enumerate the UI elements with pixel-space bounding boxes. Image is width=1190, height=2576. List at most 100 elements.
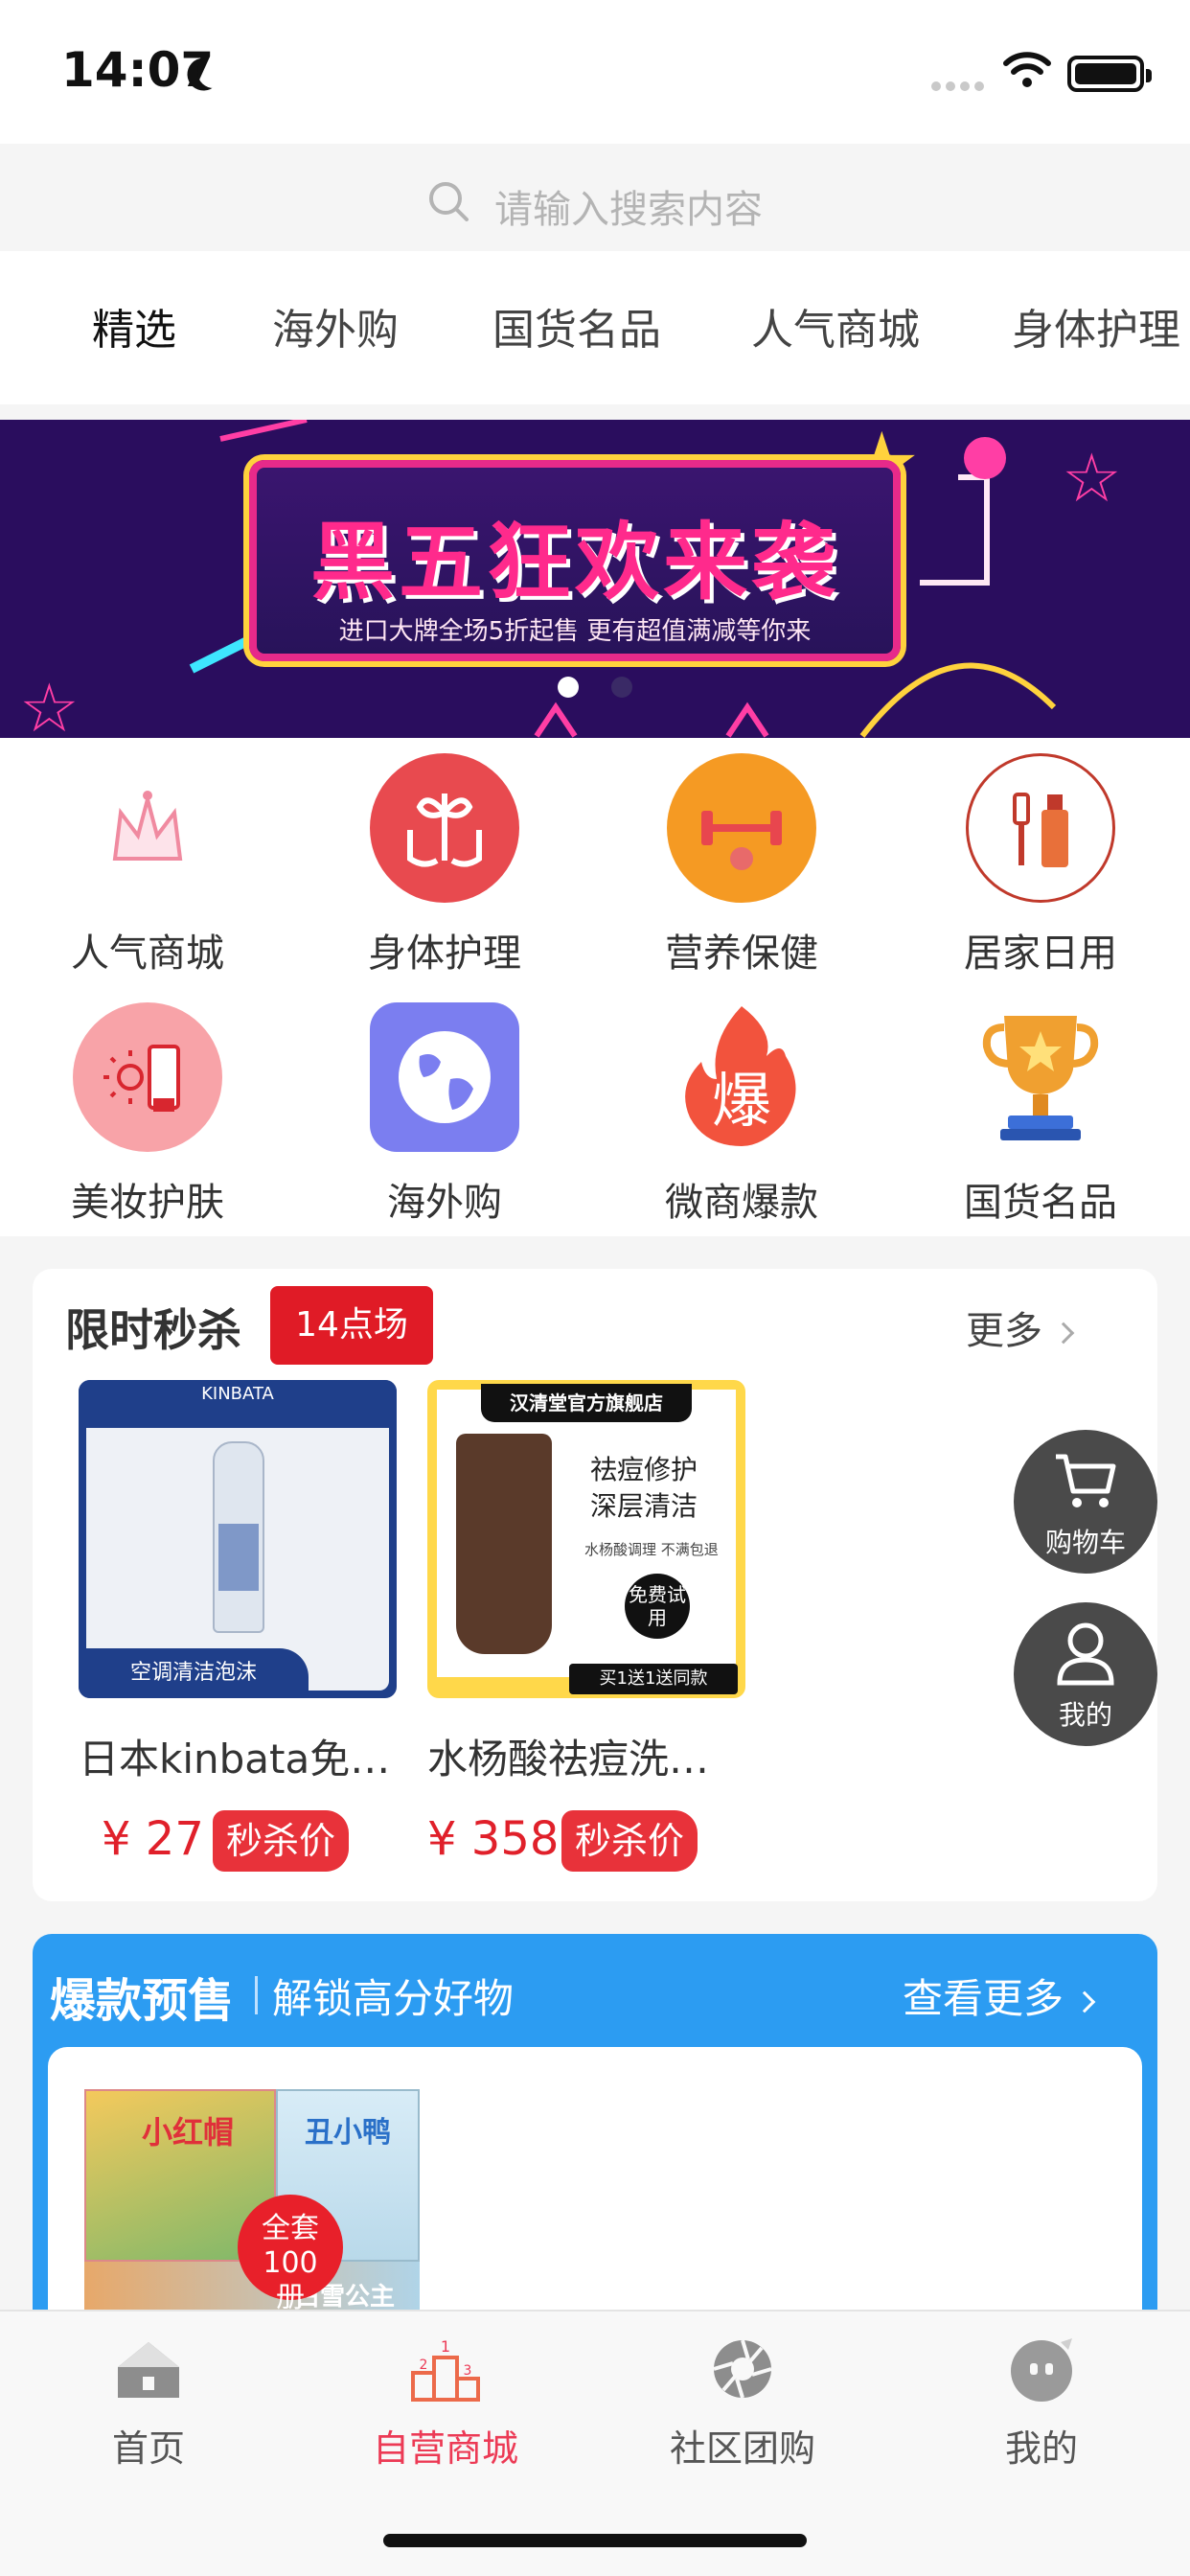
category-label: 海外购 [387,1181,502,1225]
user-icon [1057,1622,1114,1686]
category-beauty[interactable]: 美妆护肤 [33,1002,263,1227]
tab-popular-mall[interactable]: 人气商城 [751,295,920,356]
toothbrush-icon [966,753,1115,903]
category-tabs: 精选 海外购 国货名品 人气商城 身体护理 [0,251,1190,404]
dumbbell-icon [667,753,816,903]
product-image-badge: 免费试用 [625,1574,690,1639]
svg-text:3: 3 [464,2363,472,2379]
fire-icon: 爆 [667,1002,816,1152]
cart-label: 购物车 [1044,1527,1126,1558]
category-body-care[interactable]: 身体护理 [330,753,560,978]
battery-icon [1067,56,1152,92]
profile-label: 我的 [1058,1699,1112,1731]
search-icon [429,182,469,221]
globe-icon [370,1002,519,1152]
chevron-right-icon [1073,1990,1096,2012]
category-label: 微商爆款 [665,1181,818,1225]
chevron-right-icon [1052,1322,1075,1345]
category-label: 居家日用 [964,932,1117,976]
presale-more-link[interactable]: 查看更多 [903,1966,1096,2025]
category-nutrition[interactable]: 营养保健 [627,753,857,978]
divider [255,1976,258,2014]
product-image-caption: 空调清洁泡沫 [79,1648,309,1698]
tab-label: 首页 [111,2427,185,2470]
product-image-footer: 买1送1送同款 [569,1664,738,1694]
flash-sale-section: 限时秒杀 14点场 更多 KINBATA 空调清洁泡沫 日本kinbata免洗空… [33,1269,1157,1901]
product-image-line: 深层清洁 [590,1490,698,1522]
aperture-icon [706,2333,779,2405]
product-image-brand: KINBATA [201,1384,274,1404]
status-time: 14:07 [61,42,215,98]
category-grid: 人气商城 身体护理 营养保健 居家日用 美妆护肤 海外购 爆 微商爆款 国货名品 [0,738,1190,1236]
tab-overseas[interactable]: 海外购 [272,295,399,356]
trophy-icon [966,1002,1115,1152]
tab-community-buy[interactable]: 社区团购 [632,2333,853,2472]
app-screen: 14:07 请输入搜索内容 精选 海外购 国货名品 人气商城 身体护理 ☆ ★ … [0,0,1190,2576]
home-icon [112,2333,185,2405]
tab-label: 我的 [1004,2427,1078,2470]
category-label: 人气商城 [71,932,224,976]
product-price: ¥ 358 [427,1812,560,1866]
cart-icon [1056,1454,1116,1507]
product-price-row: ¥ 27 秒杀价 [79,1810,397,1872]
hands-leaf-icon [370,753,519,903]
product-name: 日本kinbata免洗空调清洁剂 [79,1736,395,1782]
product-image: 汉清堂官方旗舰店 祛痘修护 深层清洁 水杨酸调理 不满包退 免费试用 买1送1送… [427,1380,745,1698]
category-hot-sellers[interactable]: 爆 微商爆款 [627,1002,857,1227]
product-price: ¥ 27 [102,1812,204,1866]
tab-label: 社区团购 [669,2427,815,2470]
flash-sale-product[interactable]: 汉清堂官方旗舰店 祛痘修护 深层清洁 水杨酸调理 不满包退 免费试用 买1送1送… [427,1380,745,1872]
category-household[interactable]: 居家日用 [926,753,1156,978]
flash-sale-title: 限时秒杀 [65,1304,241,1356]
tab-home[interactable]: 首页 [38,2333,259,2472]
podium-icon: 1 2 3 [409,2333,482,2405]
presale-title: 爆款预售 [50,1974,235,2028]
category-label: 身体护理 [368,932,521,976]
flash-price-tag: 秒杀价 [561,1810,698,1872]
search-bar[interactable]: 请输入搜索内容 [63,155,1127,251]
tab-body-care[interactable]: 身体护理 [1012,295,1180,356]
flash-price-tag: 秒杀价 [213,1810,350,1872]
tab-mine[interactable]: 我的 [931,2333,1152,2472]
banner-page-dot[interactable] [611,677,632,698]
tab-domestic-brands[interactable]: 国货名品 [492,295,661,356]
home-indicator[interactable] [383,2534,807,2547]
crown-icon [73,753,222,903]
tab-self-mall[interactable]: 1 2 3 自营商城 [335,2333,556,2472]
profile-icon [1005,2333,1078,2405]
svg-text:1: 1 [441,2337,450,2356]
product-image-brand: 汉清堂官方旗舰店 [481,1384,692,1422]
book-set-badge: 全套100册 [238,2195,343,2314]
banner-sign: 黑五狂欢来袭 进口大牌全场5折起售 更有超值满减等你来 [249,460,901,661]
category-label: 营养保健 [665,932,818,976]
banner-title: 黑五狂欢来袭 [309,512,839,611]
signal-icon [931,77,989,91]
banner-subtitle: 进口大牌全场5折起售 更有超值满减等你来 [338,617,812,646]
product-image-line: 水杨酸调理 不满包退 [584,1541,719,1558]
svg-text:2: 2 [420,2358,428,2373]
category-label: 国货名品 [964,1181,1117,1225]
tab-featured[interactable]: 精选 [92,295,176,356]
tab-label: 自营商城 [372,2427,518,2470]
book-title: 丑小鸭 [305,2116,391,2150]
category-domestic-brands[interactable]: 国货名品 [926,1002,1156,1227]
product-price-row: ¥ 358 秒杀价 [427,1810,745,1872]
sunscreen-icon [73,1002,222,1152]
promo-banner[interactable]: ☆ ★ ☆ 黑五狂欢来袭 进口大牌全场5折起售 更有超值满减等你来 [0,420,1190,738]
flash-sale-session-badge: 14点场 [270,1286,433,1365]
status-bar: 14:07 请输入搜索内容 [0,0,1190,251]
floating-cart-button[interactable]: 购物车 [1014,1430,1157,1574]
banner-page-dot-active[interactable] [558,677,579,698]
search-placeholder: 请输入搜索内容 [494,188,763,232]
flash-sale-product[interactable]: KINBATA 空调清洁泡沫 日本kinbata免洗空调清洁剂 ¥ 27 秒杀价 [79,1380,397,1872]
category-popular-mall[interactable]: 人气商城 [33,753,263,978]
more-label: 更多 [966,1309,1042,1353]
book-title: 小红帽 [142,2114,235,2150]
product-image: KINBATA 空调清洁泡沫 [79,1380,397,1698]
category-overseas[interactable]: 海外购 [330,1002,560,1227]
flash-sale-more-link[interactable]: 更多 [966,1300,1075,1355]
svg-text:爆: 爆 [712,1066,771,1136]
more-label: 查看更多 [903,1975,1064,2022]
product-name: 水杨酸祛痘洗面奶 [427,1736,744,1782]
floating-profile-button[interactable]: 我的 [1014,1602,1157,1746]
